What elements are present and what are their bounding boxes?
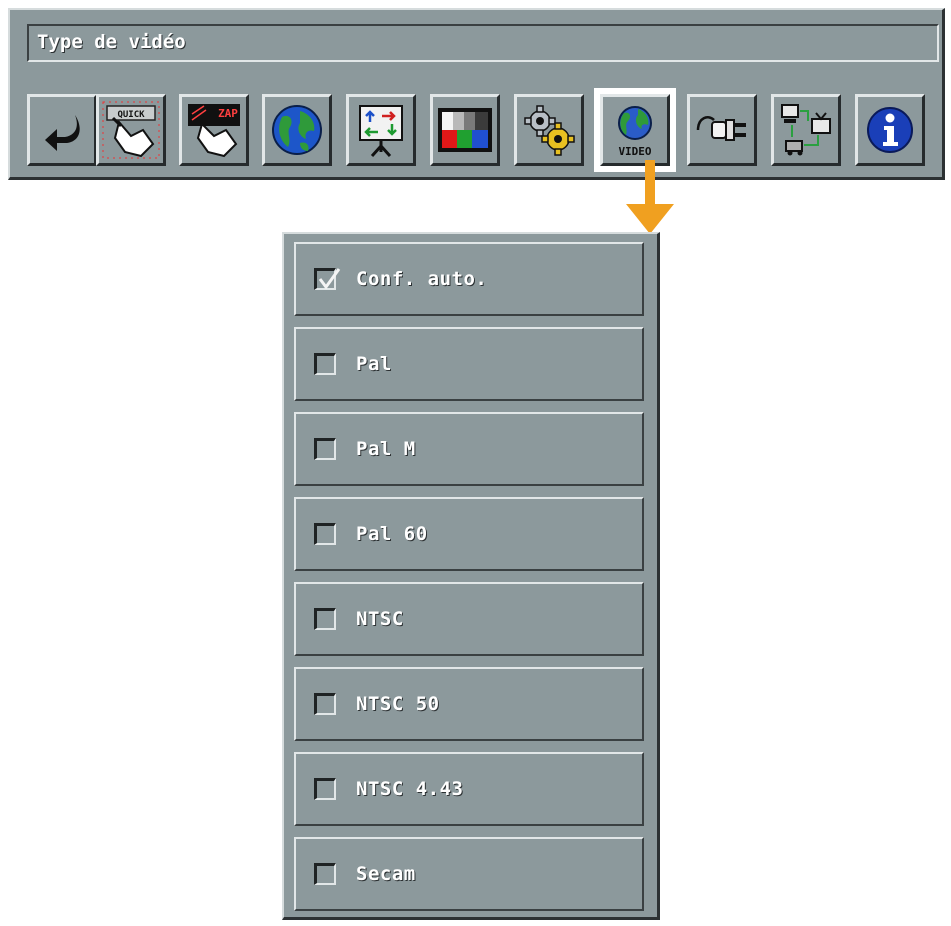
check-icon [318,268,341,290]
checkbox[interactable] [314,778,336,800]
checkbox[interactable] [314,863,336,885]
network-tv-icon [781,104,831,156]
option-label: NTSC 50 [356,693,440,715]
option-label: NTSC 4.43 [356,778,464,800]
connection-button[interactable] [687,94,757,166]
option-ntsc-50[interactable]: NTSC 50 [294,667,644,741]
back-button[interactable] [27,94,97,166]
settings-button[interactable] [514,94,584,166]
info-button[interactable] [855,94,925,166]
power-plug-icon [696,116,746,141]
option-label: Secam [356,863,416,885]
quick-icon: QUICK [102,101,160,159]
video-button[interactable]: VIDEO [594,88,676,172]
option-ntsc-4-43[interactable]: NTSC 4.43 [294,752,644,826]
presentation-board-icon [359,105,403,158]
zap-icon: ZAP [188,104,240,158]
option-secam[interactable]: Secam [294,837,644,911]
globe-icon [272,105,322,155]
option-pal-m[interactable]: Pal M [294,412,644,486]
checkbox[interactable] [314,608,336,630]
option-label: Pal [356,353,392,375]
option-ntsc[interactable]: NTSC [294,582,644,656]
option-label: Conf. auto. [356,268,488,290]
color-bars-icon [438,108,492,152]
video-icon-text: VIDEO [618,145,651,158]
quick-icon-text: QUICK [117,110,145,120]
checkbox[interactable] [314,438,336,460]
quick-button[interactable]: QUICK [96,94,166,166]
option-label: NTSC [356,608,404,630]
checkbox[interactable] [314,353,336,375]
globe-button[interactable] [262,94,332,166]
option-pal-60[interactable]: Pal 60 [294,497,644,571]
option-pal[interactable]: Pal [294,327,644,401]
checkbox[interactable] [314,693,336,715]
info-icon [867,107,913,153]
toolbar-panel: Type de vidéo QUICK ZAP VIDEO [8,8,945,180]
zap-icon-text: ZAP [218,107,238,120]
presentation-button[interactable] [346,94,416,166]
back-arrow-icon [45,115,80,151]
option-label: Pal 60 [356,523,428,545]
checkbox[interactable] [314,523,336,545]
color-bars-button[interactable] [430,94,500,166]
checkbox-checked[interactable] [314,268,341,290]
option-label: Pal M [356,438,416,460]
down-arrow-icon [626,160,674,234]
video-globe-icon: VIDEO [618,106,652,158]
zap-button[interactable]: ZAP [179,94,249,166]
gears-icon [524,105,575,156]
video-type-dropdown: Conf. auto. Pal Pal M Pal 60 NTSC NTSC 5… [282,232,660,920]
network-button[interactable] [771,94,841,166]
window-title: Type de vidéo [27,24,939,62]
option-conf-auto[interactable]: Conf. auto. [294,242,644,316]
